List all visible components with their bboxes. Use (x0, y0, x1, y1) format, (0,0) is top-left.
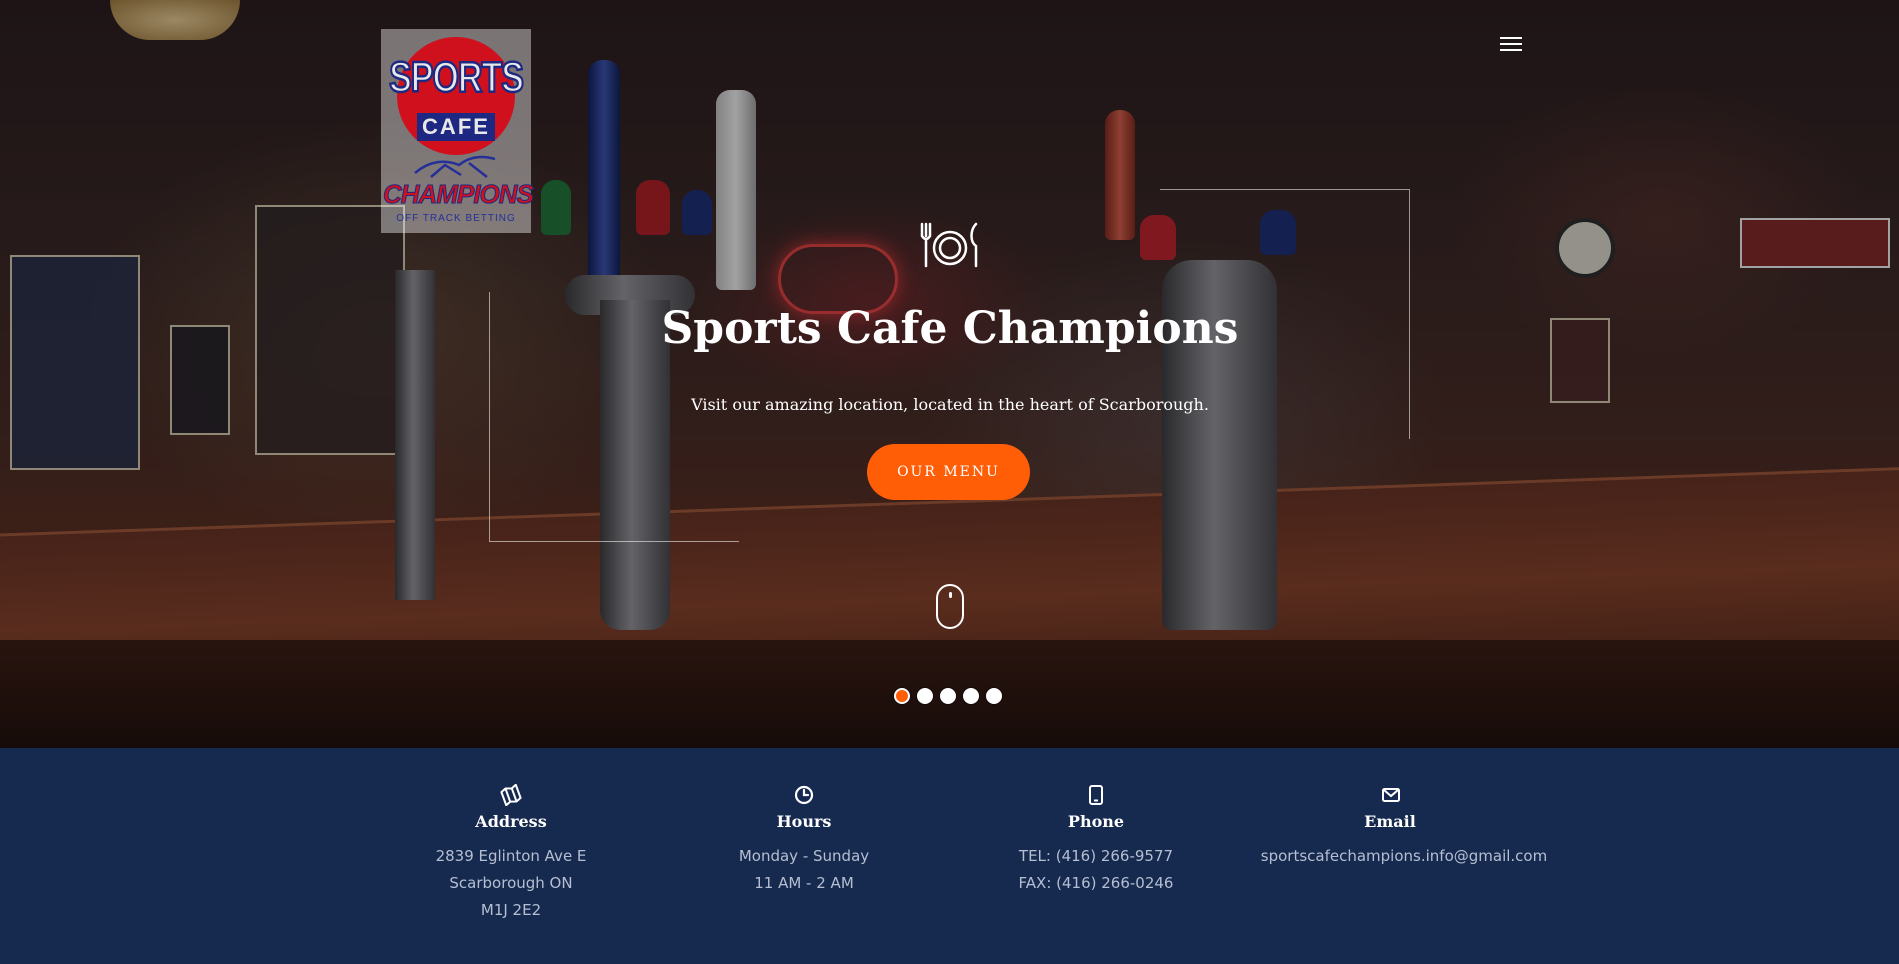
email-title: Email (1364, 812, 1416, 831)
hours-column: Hours Monday - Sunday 11 AM - 2 AM (644, 784, 964, 897)
address-line: Scarborough ON (449, 874, 573, 892)
clock-icon (794, 785, 814, 805)
our-menu-button[interactable]: OUR MENU (867, 444, 1030, 500)
fax-line: FAX: (416) 266-0246 (1018, 874, 1174, 892)
logo-sports-text: SPORTS (388, 53, 525, 103)
email-address-link[interactable]: sportscafechampions.info@gmail.com (1229, 843, 1579, 870)
hamburger-line (1500, 37, 1522, 39)
address-title: Address (475, 812, 547, 831)
contact-info-bar: Address 2839 Eglinton Ave E Scarborough … (0, 748, 1899, 964)
phone-text: TEL: (416) 266-9577 FAX: (416) 266-0246 (936, 843, 1256, 897)
hours-text: Monday - Sunday 11 AM - 2 AM (644, 843, 964, 897)
address-column: Address 2839 Eglinton Ave E Scarborough … (351, 784, 671, 924)
phone-icon (1089, 785, 1103, 805)
phone-column: Phone TEL: (416) 266-9577 FAX: (416) 266… (936, 784, 1256, 897)
map-icon (500, 784, 522, 806)
slider-pagination (894, 688, 1002, 704)
envelope-icon (1382, 788, 1400, 802)
plate-utensils-icon (920, 222, 978, 268)
hero-subtitle: Visit our amazing location, located in t… (691, 395, 1209, 414)
logo-champions-text: CHAMPIONS (383, 179, 535, 210)
slider-dot-3[interactable] (940, 688, 956, 704)
slider-dot-4[interactable] (963, 688, 979, 704)
hours-line: Monday - Sunday (738, 847, 870, 865)
slider-dot-1[interactable] (894, 688, 910, 704)
email-text: sportscafechampions.info@gmail.com (1229, 843, 1579, 870)
greyhound-icon (414, 155, 496, 178)
slider-dot-2[interactable] (917, 688, 933, 704)
address-line: M1J 2E2 (480, 901, 542, 919)
phone-title: Phone (1067, 812, 1125, 831)
scroll-down-mouse-icon[interactable] (936, 584, 964, 629)
site-logo[interactable]: SPORTS CAFE CHAMPIONS OFF TRACK BETTING (381, 29, 535, 233)
hamburger-menu-icon[interactable] (1500, 37, 1522, 55)
slider-dot-5[interactable] (986, 688, 1002, 704)
hamburger-line (1500, 43, 1522, 45)
hero-title: Sports Cafe Champions (661, 303, 1239, 354)
address-text: 2839 Eglinton Ave E Scarborough ON M1J 2… (351, 843, 671, 924)
email-column: Email sportscafechampions.info@gmail.com (1229, 784, 1579, 870)
hours-title: Hours (776, 812, 832, 831)
logo-cafe-text: CAFE (422, 114, 490, 139)
hamburger-line (1500, 49, 1522, 51)
logo-otb-text: OFF TRACK BETTING (396, 213, 516, 224)
hero-dark-overlay (0, 0, 1899, 748)
hours-line: 11 AM - 2 AM (754, 874, 854, 892)
phone-line[interactable]: TEL: (416) 266-9577 (936, 843, 1256, 870)
address-line: 2839 Eglinton Ave E (435, 847, 587, 865)
hero-section: SPORTS CAFE CHAMPIONS OFF TRACK BETTING … (0, 0, 1899, 748)
